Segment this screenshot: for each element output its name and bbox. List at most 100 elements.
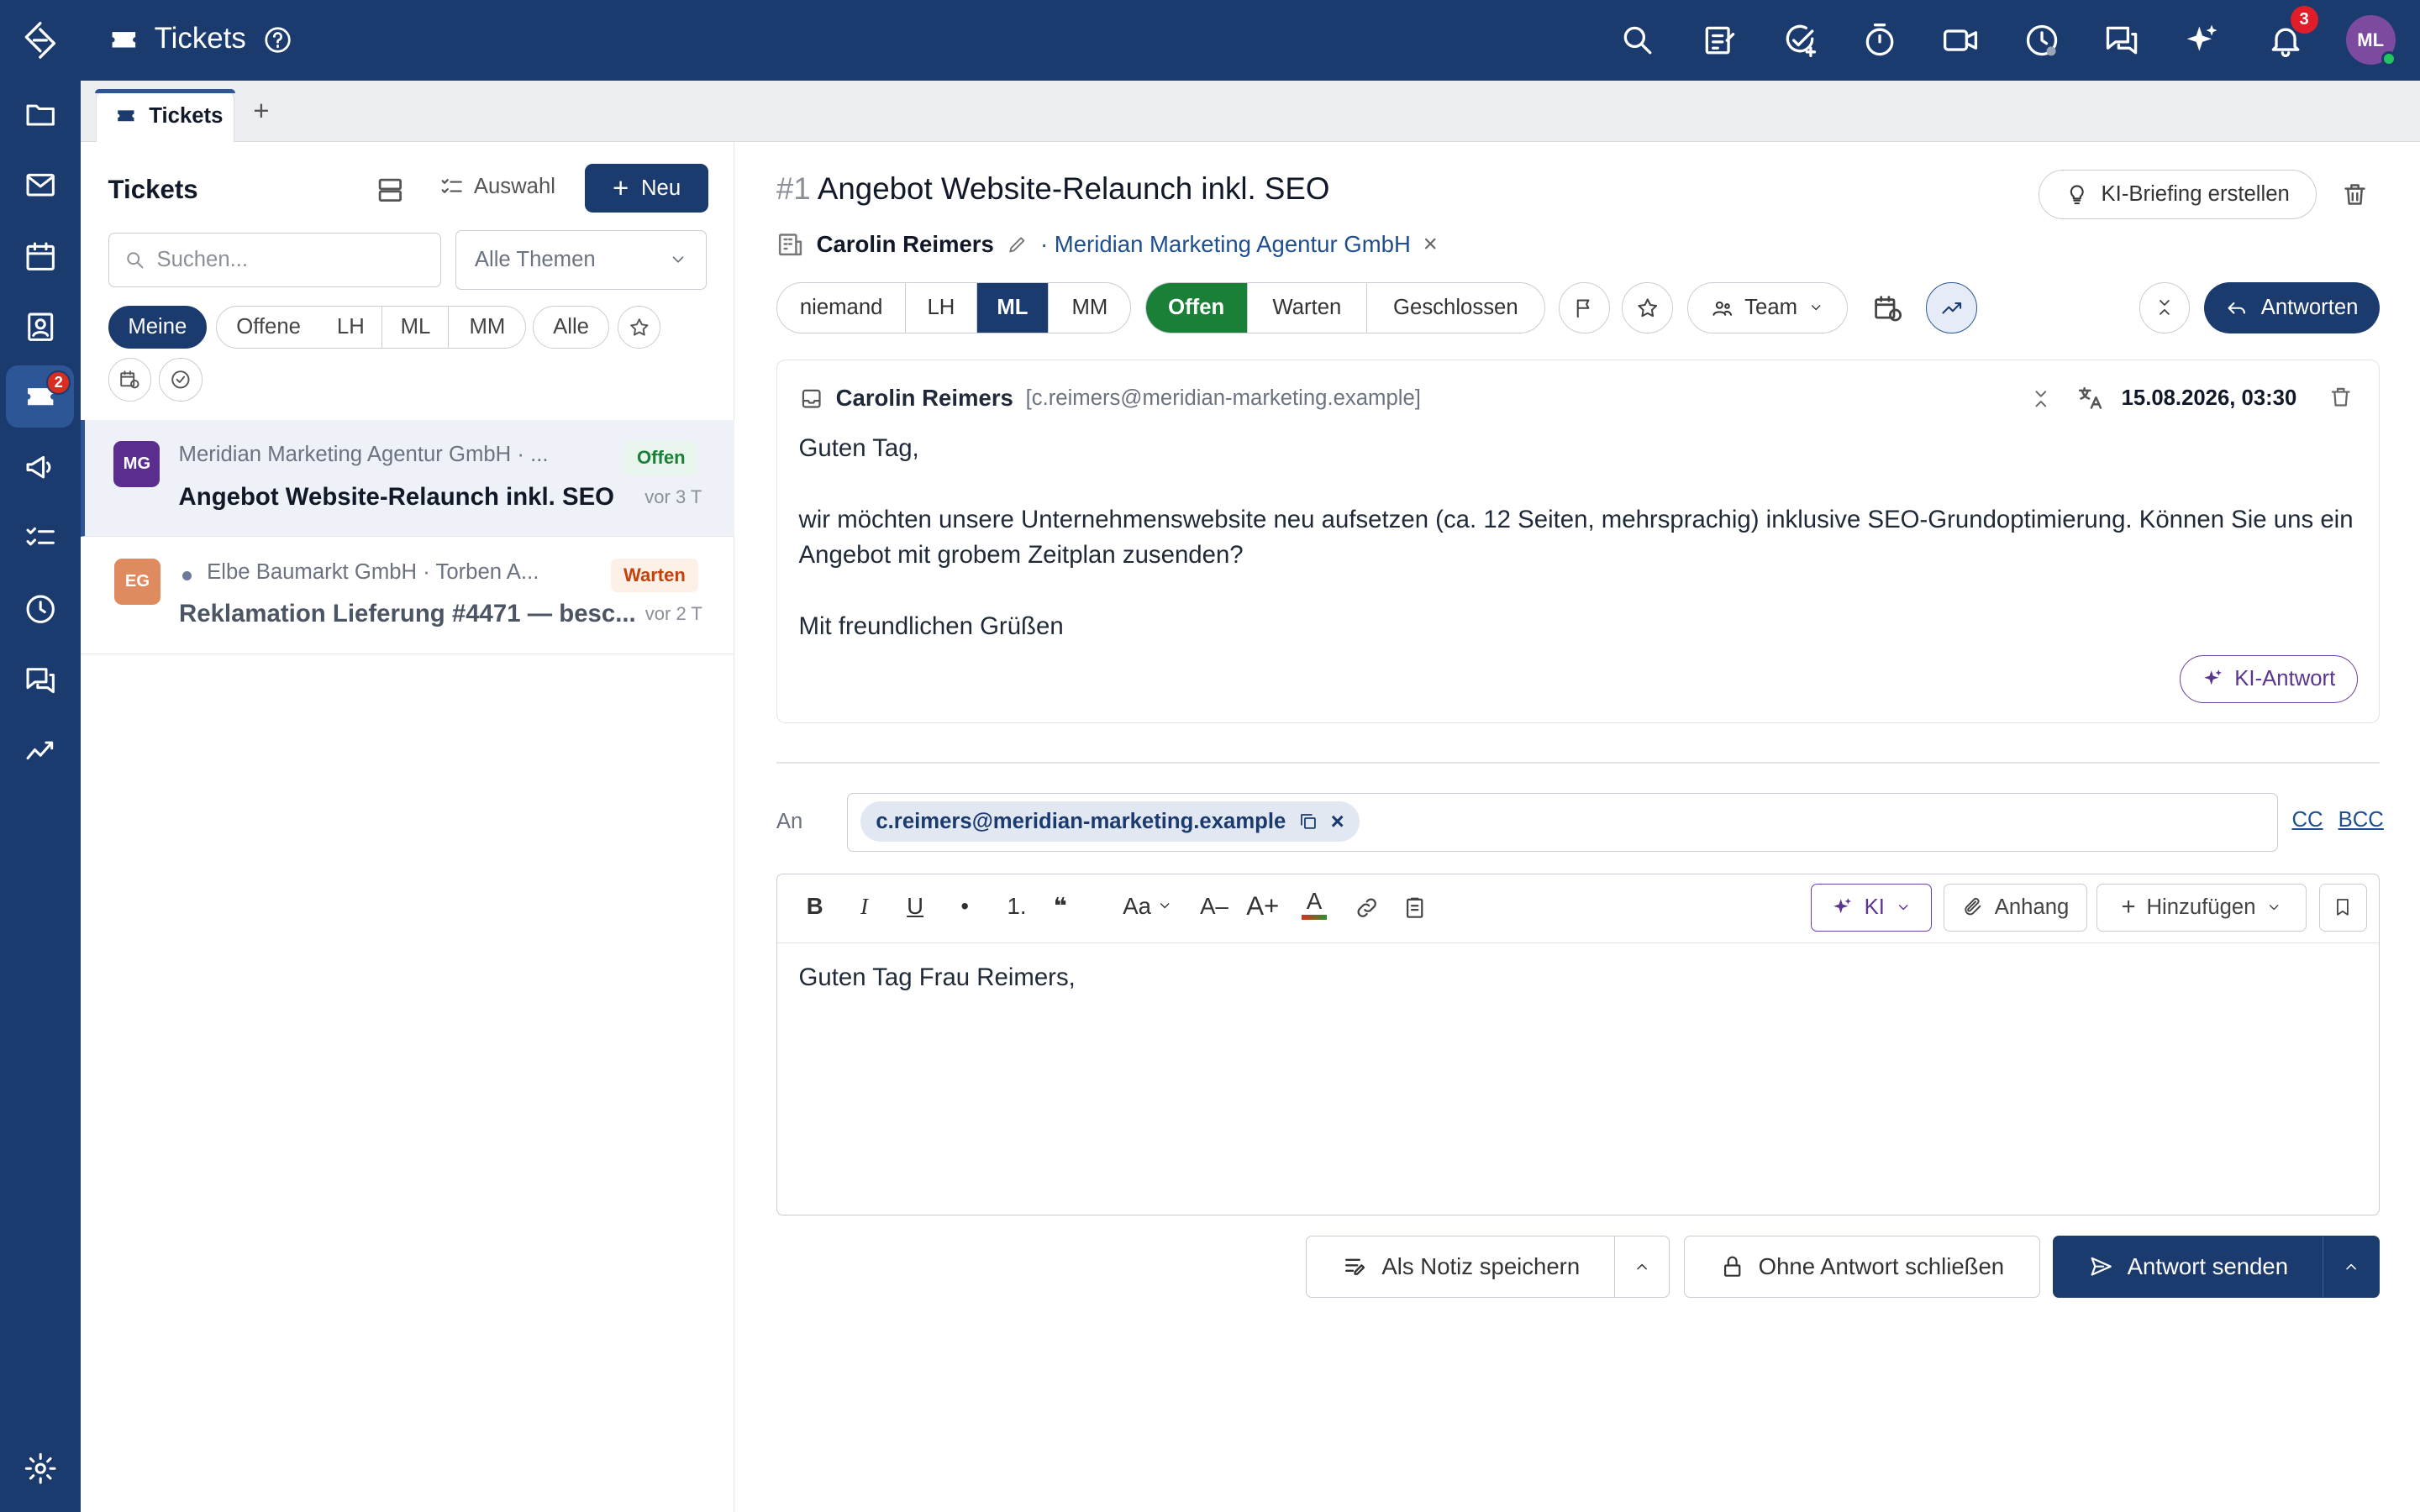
messages-icon[interactable] — [2103, 22, 2140, 59]
remove-company-icon[interactable]: × — [1423, 230, 1438, 259]
scheduled-filter-button[interactable] — [108, 358, 151, 402]
save-as-note-button[interactable]: Als Notiz speichern — [1305, 1236, 1616, 1298]
ki-answer-button[interactable]: KI-Antwort — [2180, 654, 2358, 703]
bold-button[interactable]: B — [807, 893, 823, 920]
add-tab-button[interactable]: + — [253, 96, 269, 128]
assignee-option-niemand[interactable]: niemand — [777, 283, 907, 333]
bullet-list-button[interactable]: • — [960, 893, 969, 920]
bookmark-button[interactable] — [2318, 883, 2367, 932]
quote-button[interactable]: ❝ — [1054, 893, 1067, 920]
filter-offene[interactable]: Offene — [216, 305, 322, 349]
help-icon[interactable] — [264, 26, 292, 54]
assignee-option-ml[interactable]: ML — [976, 283, 1050, 333]
sidebar-item-time[interactable] — [6, 579, 74, 640]
ki-briefing-button[interactable]: KI-Briefing erstellen — [2039, 170, 2317, 219]
favorites-filter-button[interactable] — [617, 305, 661, 349]
ticket-list-item[interactable]: EG Elbe Baumarkt GmbH · Torben A... Rekl… — [80, 537, 735, 654]
flag-button[interactable] — [1559, 282, 1610, 333]
ticket-icon — [118, 110, 134, 122]
collapse-icon[interactable] — [2030, 388, 2052, 410]
numbered-list-button[interactable]: 1. — [1007, 893, 1027, 920]
status-option-warten[interactable]: Warten — [1248, 283, 1368, 333]
trend-button[interactable] — [1926, 282, 1977, 333]
status-option-offen[interactable]: Offen — [1145, 283, 1248, 333]
link-icon[interactable] — [1355, 895, 1379, 920]
insert-dropdown[interactable]: + Hinzufügen — [2096, 883, 2307, 932]
new-ticket-button[interactable]: + Neu — [585, 163, 709, 213]
layout-toggle-icon[interactable] — [375, 175, 406, 206]
team-dropdown[interactable]: Team — [1686, 282, 1848, 333]
app-logo-icon[interactable] — [6, 9, 74, 71]
send-reply-button[interactable]: Antwort senden — [2052, 1236, 2325, 1298]
collapse-button[interactable] — [2139, 282, 2191, 333]
trash-icon[interactable] — [2328, 385, 2353, 409]
sidebar-item-files[interactable] — [6, 83, 74, 144]
done-filter-button[interactable] — [159, 358, 203, 402]
send-options-button[interactable] — [2323, 1236, 2381, 1298]
ai-sparkle-icon[interactable] — [2184, 22, 2221, 59]
recipient-chip[interactable]: c.reimers@meridian-marketing.example × — [860, 801, 1360, 842]
history-icon[interactable] — [2023, 22, 2060, 59]
sidebar-item-mail[interactable] — [6, 155, 74, 216]
ticket-list-panel: Tickets Auswahl + Neu Suchen... Alle The… — [80, 141, 735, 1512]
remove-recipient-icon[interactable]: × — [1331, 808, 1344, 835]
search-icon[interactable] — [1619, 22, 1656, 59]
task-check-icon[interactable] — [1781, 22, 1818, 59]
filter-mm[interactable]: MM — [449, 305, 527, 349]
decrease-font-button[interactable]: A– — [1200, 893, 1228, 920]
contact-name[interactable]: Carolin Reimers — [817, 231, 994, 258]
star-icon — [629, 318, 648, 336]
star-button[interactable] — [1622, 282, 1673, 333]
topic-select[interactable]: Alle Themen — [455, 229, 708, 291]
color-swatch — [1302, 915, 1327, 920]
team-dropdown-inner: Team — [1688, 283, 1847, 333]
note-icon[interactable] — [1701, 22, 1738, 59]
ticket-list-item[interactable]: MG Meridian Marketing Agentur GmbH · ...… — [80, 419, 735, 538]
underline-button[interactable]: U — [907, 893, 923, 920]
sidebar-item-calendar[interactable] — [6, 225, 74, 286]
building-icon — [778, 234, 802, 256]
font-size-dropdown[interactable]: Aa — [1123, 893, 1172, 920]
sidebar-item-tickets[interactable]: 2 — [6, 365, 75, 428]
status-option-geschlossen[interactable]: Geschlossen — [1367, 283, 1544, 333]
bcc-link[interactable]: BCC — [2338, 808, 2384, 832]
cc-link[interactable]: CC — [2291, 808, 2323, 832]
increase-font-button[interactable]: A+ — [1246, 891, 1279, 921]
tab-tickets[interactable]: Tickets — [95, 88, 235, 142]
timer-icon[interactable] — [1861, 22, 1898, 59]
sidebar-item-settings[interactable] — [6, 1438, 74, 1499]
attachment-button[interactable]: Anhang — [1944, 883, 2088, 932]
note-options-button[interactable] — [1614, 1236, 1670, 1298]
ki-dropdown[interactable]: KI — [1811, 883, 1932, 932]
sidebar-item-analytics[interactable] — [6, 721, 74, 782]
to-field[interactable]: c.reimers@meridian-marketing.example × — [847, 793, 2278, 852]
company-link[interactable]: · Meridian Marketing Agentur GmbH — [1040, 231, 1411, 258]
assignee-option-lh[interactable]: LH — [906, 283, 977, 333]
page-title: Tickets — [154, 21, 246, 55]
video-icon[interactable] — [1942, 22, 1979, 59]
filter-lh[interactable]: LH — [319, 305, 383, 349]
filter-alle[interactable]: Alle — [532, 305, 610, 349]
pencil-icon[interactable] — [1007, 234, 1028, 255]
assignee-option-mm[interactable]: MM — [1049, 283, 1130, 333]
sidebar-item-tasks[interactable] — [6, 507, 74, 569]
sidebar-item-campaigns[interactable] — [6, 437, 74, 498]
search-input[interactable]: Suchen... — [108, 233, 442, 287]
clipboard-icon[interactable] — [1402, 895, 1427, 920]
sidebar-item-contacts[interactable] — [6, 297, 74, 358]
reply-button[interactable]: Antworten — [2203, 282, 2381, 333]
close-without-reply-button[interactable]: Ohne Antwort schließen — [1683, 1236, 2041, 1298]
trash-icon[interactable] — [2341, 181, 2369, 208]
chevron-down-icon — [1160, 903, 1170, 909]
filter-meine[interactable]: Meine — [108, 305, 208, 349]
filter-ml[interactable]: ML — [382, 305, 450, 349]
reply-text[interactable]: Guten Tag Frau Reimers, — [799, 963, 1076, 992]
copy-icon[interactable] — [1298, 811, 1318, 832]
sidebar-item-chat[interactable] — [6, 649, 74, 711]
calendar-clock-icon[interactable] — [1872, 293, 1903, 324]
italic-button[interactable]: I — [860, 893, 868, 920]
selection-button[interactable]: Auswahl — [439, 175, 555, 199]
text-color-button[interactable]: A — [1302, 888, 1327, 920]
collapse-icon — [2160, 300, 2170, 316]
translate-icon[interactable] — [2076, 385, 2104, 412]
